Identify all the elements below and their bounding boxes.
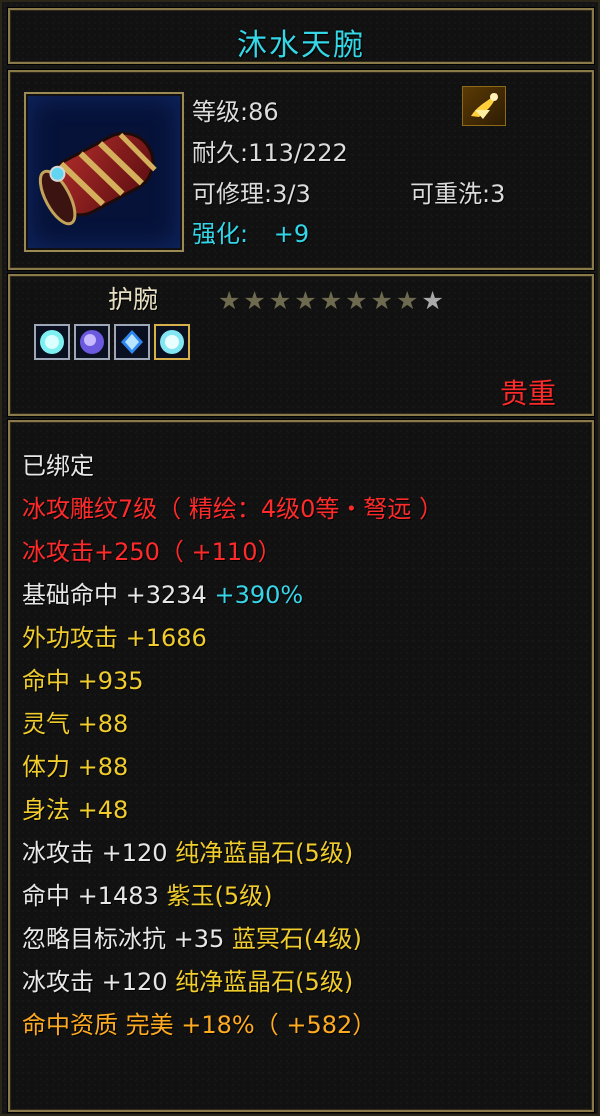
star-icon: ★: [319, 286, 346, 315]
gem-bonus-name: 紫玉(5级): [166, 882, 273, 910]
ice-crystal-gem-icon[interactable]: [34, 324, 70, 360]
gem-bonus-name: 纯净蓝晶石(5级): [175, 968, 354, 996]
empty-star-icon: ★: [421, 286, 447, 315]
bracer-icon-graphic: [38, 131, 157, 226]
enhance-value: +9: [273, 220, 310, 248]
star-icon: ★: [370, 286, 396, 315]
item-level: 等级:86: [192, 98, 279, 126]
star-icon: ★: [268, 286, 295, 315]
item-enhance: 强化: +9: [192, 214, 309, 249]
gem-bonus-line: 冰攻击 +120 纯净蓝晶石(5级): [22, 970, 353, 994]
enhance-badge-icon[interactable]: [462, 86, 506, 126]
base-hit-label: 基础命中 +3234: [22, 581, 207, 609]
gem-bonus-name: 蓝冥石(4级): [231, 925, 362, 953]
item-rewashable: 可重洗:3: [410, 180, 506, 208]
gem-bonus-stat: 冰攻击 +120: [22, 839, 168, 867]
gem-bonus-stat: 忽略目标冰抗 +35: [22, 925, 225, 953]
item-repairable: 可修理:3/3: [192, 180, 311, 208]
gem-bonus-line: 命中 +1483 紫玉(5级): [22, 884, 272, 908]
item-quality: 贵重: [499, 377, 556, 410]
title-bar: 沐水天腕: [8, 8, 594, 64]
ice-attack-line: 冰攻击+250（ +110）: [22, 538, 282, 566]
star-icon: ★: [294, 286, 320, 315]
item-header: 等级:86 耐久:113/222 可修理:3/3 可重洗:3 强化: +9: [8, 70, 594, 270]
blue-crystal-gem-icon[interactable]: [114, 324, 150, 360]
engrave-line: 冰攻雕纹7级（ 精绘：4级0等・弩远 ）: [22, 495, 444, 523]
item-type: 护腕: [108, 285, 159, 314]
star-icon: ★: [243, 286, 269, 315]
gem-bonus-line: 冰攻击 +120 纯净蓝晶石(5级): [22, 841, 353, 865]
item-name: 沐水天腕: [237, 28, 365, 63]
enhance-label: 强化:: [192, 220, 249, 248]
gem-bonus-stat: 命中 +1483: [22, 882, 159, 910]
stamina-line: 体力 +88: [22, 753, 129, 781]
bound-status: 已绑定: [22, 452, 94, 480]
base-hit-percent: +390%: [214, 581, 304, 609]
item-tooltip: 沐水天腕 等级:86 耐久:113/222 可修理:3/3 可重洗:3 强化: …: [0, 0, 600, 1116]
star-rating: ★★★★★★★★★: [218, 286, 447, 315]
aptitude-line: 命中资质 完美 +18%（ +582）: [22, 1011, 377, 1039]
spirit-line: 灵气 +88: [22, 710, 129, 738]
gem-bonus-name: 纯净蓝晶石(5级): [175, 839, 354, 867]
hit-line: 命中 +935: [22, 667, 144, 695]
gem-bonus-line: 忽略目标冰抗 +35 蓝冥石(4级): [22, 927, 362, 951]
agility-line: 身法 +48: [22, 796, 129, 824]
gem-bonus-stat: 冰攻击 +120: [22, 968, 168, 996]
item-summary: 护腕 ★★★★★★★★★ 贵重: [8, 274, 594, 416]
outer-attack-line: 外功攻击 +1686: [22, 624, 207, 652]
gem-slots: [34, 324, 194, 364]
base-hit-line: 基础命中 +3234 +390%: [22, 583, 303, 607]
star-icon: ★: [218, 286, 244, 315]
ice-crystal-gem-gold-icon[interactable]: [154, 324, 190, 360]
attributes-panel: 已绑定 冰攻雕纹7级（ 精绘：4级0等・弩远 ） 冰攻击+250（ +110） …: [8, 420, 594, 1112]
bracer-icon: [24, 92, 184, 252]
item-durability: 耐久:113/222: [192, 139, 348, 167]
badge-icon-graphic: [471, 93, 498, 119]
purple-jade-gem-icon[interactable]: [74, 324, 110, 360]
star-icon: ★: [345, 286, 371, 315]
star-icon: ★: [395, 286, 422, 315]
